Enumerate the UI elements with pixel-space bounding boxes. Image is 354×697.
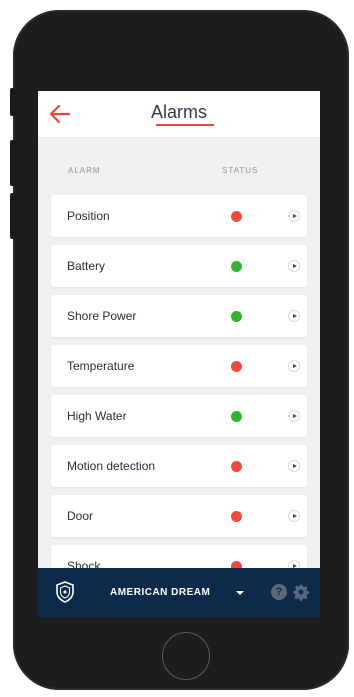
alarm-label: Battery <box>67 259 106 273</box>
alarm-row-high-water[interactable]: High Water <box>51 395 307 437</box>
alarm-row-shore-power[interactable]: Shore Power <box>51 295 307 337</box>
status-dot <box>231 211 242 222</box>
alarm-label: Position <box>67 209 110 223</box>
boat-selector-bar: AMERICAN DREAM ? <box>38 568 320 617</box>
title-underline <box>156 124 214 126</box>
chevron-right-icon[interactable] <box>288 210 300 222</box>
alarm-label: Shore Power <box>67 309 137 323</box>
alarm-column-header: ALARM <box>68 166 101 175</box>
header: Alarms <box>38 91 320 138</box>
mute-switch <box>10 88 16 116</box>
alarm-label: Door <box>67 509 94 523</box>
volume-up-button <box>10 140 16 186</box>
app-screen: Alarms ALARM STATUS Position Battery Sho… <box>38 91 320 617</box>
page-title: Alarms <box>150 102 207 122</box>
status-dot <box>231 511 242 522</box>
chevron-right-icon[interactable] <box>288 260 300 272</box>
alarm-list: Position Battery Shore Power Temperature… <box>51 195 307 595</box>
chevron-right-icon[interactable] <box>288 460 300 472</box>
alarm-row-temperature[interactable]: Temperature <box>51 345 307 387</box>
home-button[interactable] <box>162 632 210 680</box>
status-column-header: STATUS <box>222 166 259 175</box>
alarm-label: Motion detection <box>67 459 156 473</box>
shield-logo-icon <box>56 581 74 603</box>
chevron-right-icon[interactable] <box>288 310 300 322</box>
chevron-right-icon[interactable] <box>288 360 300 372</box>
chevron-right-icon[interactable] <box>288 510 300 522</box>
status-dot <box>231 311 242 322</box>
alarm-row-door[interactable]: Door <box>51 495 307 537</box>
help-icon[interactable]: ? <box>271 584 287 600</box>
chevron-right-icon[interactable] <box>288 410 300 422</box>
alarm-label: High Water <box>67 409 127 423</box>
gear-icon[interactable] <box>292 583 310 601</box>
alarm-row-battery[interactable]: Battery <box>51 245 307 287</box>
alarm-label: Temperature <box>67 359 135 373</box>
status-dot <box>231 461 242 472</box>
status-dot <box>231 411 242 422</box>
boat-name-dropdown[interactable]: AMERICAN DREAM <box>110 587 210 598</box>
alarm-row-position[interactable]: Position <box>51 195 307 237</box>
status-dot <box>231 361 242 372</box>
alarm-row-motion-detection[interactable]: Motion detection <box>51 445 307 487</box>
volume-down-button <box>10 193 16 239</box>
status-dot <box>231 261 242 272</box>
chevron-down-icon[interactable] <box>236 591 244 595</box>
